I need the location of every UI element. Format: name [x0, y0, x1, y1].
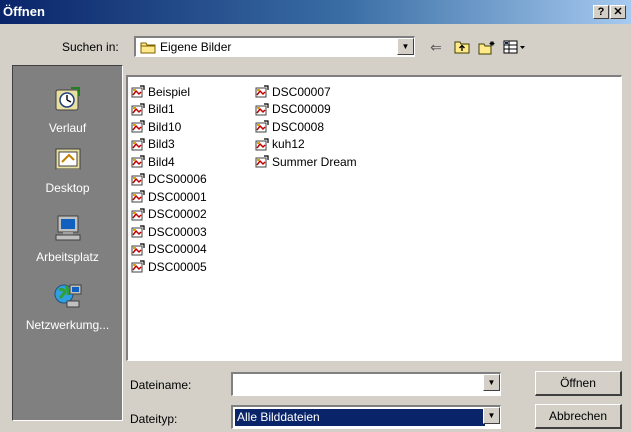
file-item-label: DSC00005: [148, 259, 207, 274]
place-my-computer-label: Arbeitsplatz: [36, 250, 99, 264]
file-item[interactable]: DSC00001: [131, 188, 207, 206]
file-item[interactable]: Bild10: [131, 118, 207, 136]
file-item-label: DSC00009: [272, 102, 331, 117]
open-button[interactable]: Öffnen: [535, 371, 622, 396]
file-item-label: Bild10: [148, 119, 182, 134]
file-item-label: Bild3: [148, 137, 175, 152]
image-file-icon: [131, 85, 145, 98]
file-item-label: kuh12: [272, 137, 305, 152]
file-item[interactable]: kuh12: [255, 136, 357, 154]
network-icon: [54, 284, 81, 308]
file-item-label: Beispiel: [148, 84, 191, 99]
file-item[interactable]: DSC0008: [255, 118, 357, 136]
image-file-icon: [131, 120, 145, 133]
file-item[interactable]: Bild4: [131, 153, 207, 171]
image-file-icon: [255, 155, 269, 168]
look-in-value: Eigene Bilder: [160, 40, 232, 54]
title-bar[interactable]: Öffnen ? ✕: [0, 0, 631, 24]
file-item[interactable]: Beispiel: [131, 83, 207, 101]
place-desktop[interactable]: Desktop: [13, 144, 122, 195]
image-file-icon: [255, 103, 269, 116]
filename-dropdown-button[interactable]: ▼: [483, 374, 500, 391]
filetype-dropdown-button[interactable]: ▼: [483, 407, 500, 424]
image-file-icon: [131, 243, 145, 256]
file-item[interactable]: DSC00002: [131, 206, 207, 224]
file-item-label: DSC00007: [272, 84, 331, 99]
filename-input[interactable]: ▼: [231, 372, 501, 396]
filetype-select[interactable]: Alle Bilddateien ▼: [231, 405, 501, 429]
image-file-icon: [131, 155, 145, 168]
desktop-icon: [55, 148, 80, 172]
image-file-icon: [255, 120, 269, 133]
filename-label: Dateiname:: [130, 378, 192, 392]
place-history-label: Verlauf: [48, 121, 87, 135]
history-icon: [55, 87, 80, 111]
image-file-icon: [131, 103, 145, 116]
file-item-label: DSC00002: [148, 207, 207, 222]
look-in-label: Suchen in:: [62, 40, 119, 54]
help-button[interactable]: ?: [593, 5, 609, 19]
file-item[interactable]: DSC00003: [131, 223, 207, 241]
file-item[interactable]: DSC00009: [255, 101, 357, 119]
view-menu-icon[interactable]: [502, 37, 528, 57]
file-item-label: DCS00006: [148, 172, 207, 187]
file-item-label: DSC00001: [148, 189, 207, 204]
file-item-label: DSC00004: [148, 242, 207, 257]
up-folder-icon[interactable]: [453, 37, 471, 57]
file-item-label: Bild4: [148, 154, 175, 169]
file-item[interactable]: DSC00004: [131, 241, 207, 259]
file-item-label: Bild1: [148, 102, 175, 117]
image-file-icon: [131, 260, 145, 273]
image-file-icon: [131, 190, 145, 203]
new-folder-icon[interactable]: [477, 37, 497, 57]
place-history[interactable]: Verlauf: [13, 84, 122, 135]
place-network-label: Netzwerkumg...: [25, 318, 110, 332]
place-network[interactable]: Netzwerkumg...: [13, 281, 122, 332]
open-dialog: Öffnen ? ✕ Suchen in: Eigene Bilder ▼ ⇐: [0, 0, 631, 432]
folder-icon: [140, 42, 156, 54]
file-item-label: DSC0008: [272, 119, 325, 134]
filetype-value: Alle Bilddateien: [235, 409, 485, 426]
file-item[interactable]: DSC00005: [131, 258, 207, 276]
image-file-icon: [131, 173, 145, 186]
file-column-1: Beispiel Bild1 Bild10 Bild3 Bild4 DCS00006 DSC…: [131, 83, 207, 276]
places-bar: Verlauf Desktop Arbeitsplatz Netzwerkumg…: [12, 65, 123, 421]
place-my-computer[interactable]: Arbeitsplatz: [13, 213, 122, 264]
close-button[interactable]: ✕: [610, 5, 626, 19]
file-list[interactable]: Beispiel Bild1 Bild10 Bild3 Bild4 DCS00006 DSC…: [126, 75, 622, 361]
file-item[interactable]: Bild3: [131, 136, 207, 154]
image-file-icon: [255, 138, 269, 151]
file-item[interactable]: Bild1: [131, 101, 207, 119]
image-file-icon: [131, 208, 145, 221]
file-item-label: Summer Dream: [272, 154, 357, 169]
image-file-icon: [255, 85, 269, 98]
image-file-icon: [131, 225, 145, 238]
look-in-dropdown-button[interactable]: ▼: [397, 38, 414, 55]
image-file-icon: [131, 138, 145, 151]
window-title: Öffnen: [3, 4, 45, 19]
cancel-button[interactable]: Abbrechen: [535, 404, 622, 429]
file-item[interactable]: Summer Dream: [255, 153, 357, 171]
back-icon[interactable]: ⇐: [427, 37, 445, 57]
file-item-label: DSC00003: [148, 224, 207, 239]
filetype-label: Dateityp:: [130, 412, 178, 426]
look-in-combo[interactable]: Eigene Bilder ▼: [134, 36, 415, 57]
my-computer-icon: [55, 215, 80, 241]
file-column-2: DSC00007 DSC00009 DSC0008 kuh12 Summer Dream: [255, 83, 357, 171]
file-item[interactable]: DSC00007: [255, 83, 357, 101]
place-desktop-label: Desktop: [45, 181, 90, 195]
file-item[interactable]: DCS00006: [131, 171, 207, 189]
